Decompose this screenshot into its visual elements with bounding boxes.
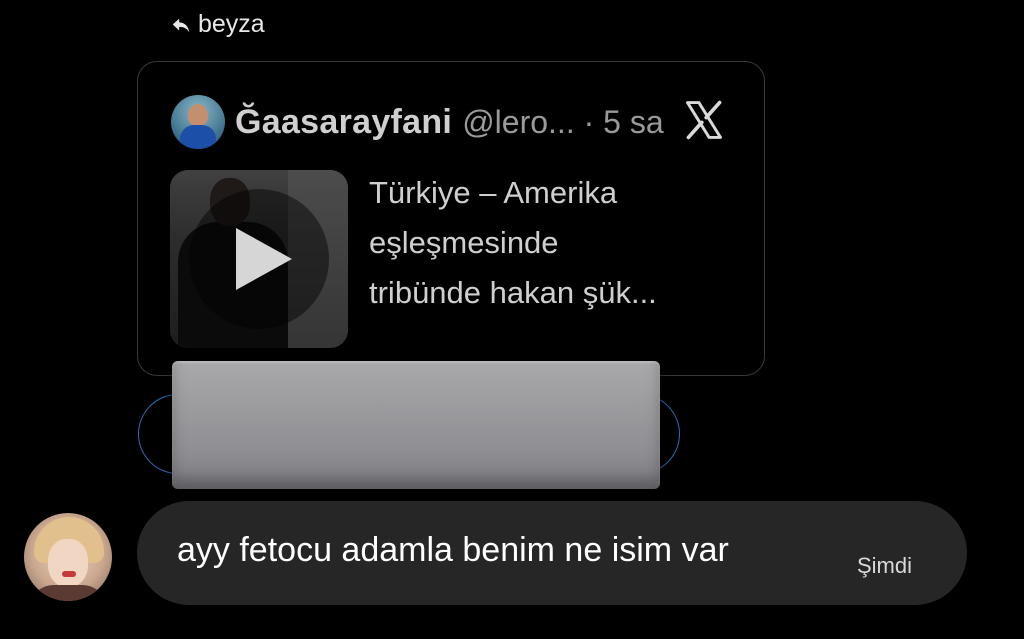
shared-tweet-card[interactable]: Ğaasarayfani @lero... · 5 sa Türkiye – A… — [137, 61, 765, 376]
reply-indicator: beyza — [170, 10, 265, 39]
message-timestamp: Şimdi — [857, 553, 913, 578]
x-logo-icon — [682, 98, 726, 142]
reply-to-name: beyza — [198, 10, 265, 38]
tweet-author-avatar[interactable] — [171, 95, 225, 149]
message-text: ayy fetocu adamla benim ne isim var — [177, 531, 729, 569]
tweet-author-name[interactable]: Ğaasarayfani — [235, 103, 452, 142]
tweet-video-thumbnail[interactable] — [170, 170, 348, 348]
tweet-text: Türkiye – Amerika eşleşmesinde tribünde … — [369, 168, 749, 318]
reply-arrow-icon — [170, 14, 192, 36]
tweet-header: Ğaasarayfani @lero... · 5 sa — [171, 94, 664, 150]
tweet-handle-time: @lero... · 5 sa — [462, 103, 664, 140]
tweet-text-line: Türkiye – Amerika — [369, 175, 618, 210]
sender-avatar[interactable] — [24, 513, 112, 601]
tweet-text-line: tribünde hakan şük... — [369, 275, 657, 310]
tweet-text-line: eşleşmesinde — [369, 225, 559, 260]
redaction-block — [172, 361, 660, 489]
message-bubble[interactable]: ayy fetocu adamla benim ne isim var Şimd… — [137, 501, 967, 605]
play-icon[interactable] — [189, 189, 329, 329]
